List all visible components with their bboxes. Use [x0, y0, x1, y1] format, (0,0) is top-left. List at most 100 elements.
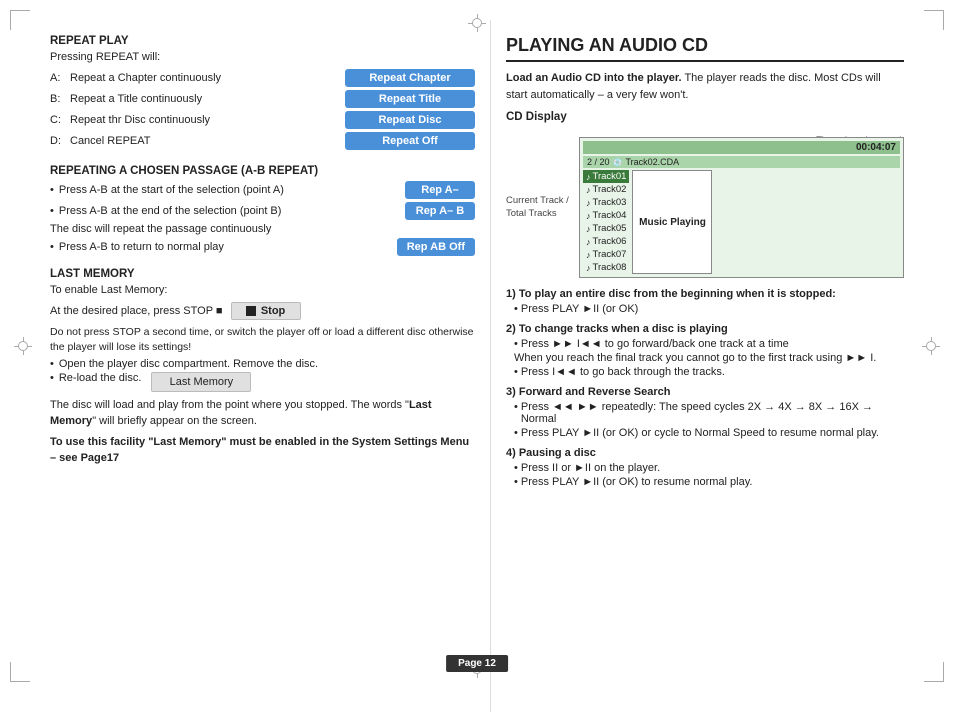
bullet-3: •: [50, 241, 54, 253]
ab-row-1: • Press A-B at the start of the selectio…: [50, 181, 475, 199]
cd-left-label: Current Track /Total Tracks: [506, 137, 571, 278]
track-label-06: Track06: [593, 236, 627, 247]
section-4-title: 4) Pausing a disc: [506, 447, 904, 459]
repeat-desc-a: Repeat a Chapter continuously: [70, 72, 345, 84]
repeat-item-d: D: Cancel REPEAT Repeat Off: [50, 132, 475, 150]
section-1-item-1: • Press PLAY ►II (or OK): [514, 303, 904, 315]
bullet-1: •: [50, 184, 54, 196]
ab-text-3: Press A-B to return to normal play: [59, 241, 397, 253]
repeat-item-c: C: Repeat thr Disc continuously Repeat D…: [50, 111, 475, 129]
cd-track-04: ♪ Track04: [583, 209, 629, 222]
section-1-num: 1): [506, 288, 519, 300]
repeat-badge-chapter: Repeat Chapter: [345, 69, 475, 87]
track-note-06: ♪: [586, 237, 591, 247]
track-note-02: ♪: [586, 185, 591, 195]
ab-badge-repa: Rep A–: [405, 181, 475, 199]
cd-track-01: ♪ Track01: [583, 170, 629, 183]
bullet-2: •: [50, 205, 54, 217]
repeat-desc-b: Repeat a Title continuously: [70, 93, 345, 105]
section-3-item-2: • Press PLAY ►II (or OK) or cycle to Nor…: [514, 427, 904, 439]
section-3-num: 3): [506, 386, 519, 398]
section-3-title: 3) Forward and Reverse Search: [506, 386, 904, 398]
lm-note1: Do not press STOP a second time, or swit…: [50, 325, 475, 354]
cd-disc-icon: 💿: [613, 158, 623, 167]
s4-bullet-2: •: [514, 476, 518, 488]
section-4-item-2: • Press PLAY ►II (or OK) to resume norma…: [514, 476, 904, 488]
repeat-item-a: A: Repeat a Chapter continuously Repeat …: [50, 69, 475, 87]
cd-header-bar: 00:04:07: [583, 141, 900, 154]
section-2-title: 2) To change tracks when a disc is playi…: [506, 323, 904, 335]
repeat-desc-d: Cancel REPEAT: [70, 135, 345, 147]
s3-text-2: Press PLAY ►II (or OK) or cycle to Norma…: [521, 427, 879, 439]
s2-bullet: •: [514, 338, 518, 350]
right-title: PLAYING AN AUDIO CD: [506, 35, 904, 62]
track-label-03: Track03: [593, 197, 627, 208]
ab-badge-repaboff: Rep AB Off: [397, 238, 475, 256]
section-2-title-text: To change tracks when a disc is playing: [519, 323, 728, 335]
cd-track-07: ♪ Track07: [583, 248, 629, 261]
intro-bold: Load an Audio CD into the player.: [506, 72, 682, 84]
s1-text-1: Press PLAY ►II (or OK): [521, 303, 638, 315]
cd-music-playing: Music Playing: [632, 170, 712, 274]
repeat-item-b: B: Repeat a Title continuously Repeat Ti…: [50, 90, 475, 108]
cd-track-08: ♪ Track08: [583, 261, 629, 274]
lm-stop-instruction: At the desired place, press STOP ■: [50, 305, 223, 317]
ab-text-1: Press A-B at the start of the selection …: [59, 184, 405, 196]
section-2-num: 2): [506, 323, 519, 335]
s3-bullet-1: •: [514, 401, 518, 413]
cd-track-06: ♪ Track06: [583, 235, 629, 248]
section-1: 1) To play an entire disc from the begin…: [506, 288, 904, 315]
s4-text-1: Press II or ►II on the player.: [521, 462, 660, 474]
lm-final-part1: The disc will load and play from the poi…: [50, 399, 409, 411]
repeat-items: A: Repeat a Chapter continuously Repeat …: [50, 69, 475, 153]
ab-note: The disc will repeat the passage continu…: [50, 223, 475, 235]
repeat-key-b: B:: [50, 93, 70, 105]
lm-final-part2: " will briefly appear on the screen.: [92, 415, 257, 427]
track-label-05: Track05: [593, 223, 627, 234]
repeat-play-title: REPEAT PLAY: [50, 35, 475, 47]
repeat-key-a: A:: [50, 72, 70, 84]
repeat-badge-title: Repeat Title: [345, 90, 475, 108]
track-label-02: Track02: [593, 184, 627, 195]
s4-text-2: Press PLAY ►II (or OK) to resume normal …: [521, 476, 753, 488]
ab-repeat-section: • Press A-B at the start of the selectio…: [50, 181, 475, 256]
track-note-07: ♪: [586, 250, 591, 260]
cd-time: 00:04:07: [856, 142, 896, 153]
track-label-07: Track07: [593, 249, 627, 260]
track-note-01: ♪: [586, 172, 591, 182]
lm-bullet-2-text: Re-load the disc.: [59, 372, 142, 384]
lm-bullet-row-2: • Re-load the disc. Last Memory: [50, 372, 475, 392]
cd-track-05: ♪ Track05: [583, 222, 629, 235]
cd-tracks-area: ♪ Track01 ♪ Track02 ♪ Track03: [583, 170, 900, 274]
lm-final-text: The disc will load and play from the poi…: [50, 398, 475, 429]
left-column: REPEAT PLAY Pressing REPEAT will: A: Rep…: [20, 20, 490, 712]
current-track-label: Current Track /Total Tracks: [506, 195, 569, 220]
section-3-item-1: • Press ◄◄ ►► repeatedly: The speed cycl…: [514, 401, 904, 425]
last-memory-title: LAST MEMORY: [50, 268, 475, 280]
lm-stop-row: At the desired place, press STOP ■ Stop: [50, 302, 475, 320]
repeat-key-d: D:: [50, 135, 70, 147]
stop-badge: Stop: [231, 302, 301, 320]
s4-bullet-1: •: [514, 462, 518, 474]
cd-disc-label: Track02.CDA: [626, 157, 680, 167]
section-4: 4) Pausing a disc • Press II or ►II on t…: [506, 447, 904, 488]
ab-badge-repab: Rep A– B: [405, 202, 475, 220]
stop-icon: [246, 306, 256, 316]
cd-screen: 00:04:07 2 / 20 💿 Track02.CDA ♪ Track: [579, 137, 904, 278]
s3-text-1: Press ◄◄ ►► repeatedly: The speed cycles…: [521, 401, 904, 425]
repeat-key-c: C:: [50, 114, 70, 126]
section-1-title: 1) To play an entire disc from the begin…: [506, 288, 904, 300]
intro-text: Load an Audio CD into the player. The pl…: [506, 70, 904, 103]
s2-text-1: Press ►► I◄◄ to go forward/back one trac…: [521, 338, 789, 350]
section-4-title-text: Pausing a disc: [519, 447, 596, 459]
ab-repeat-title: REPEATING A CHOSEN PASSAGE (A-B Repeat): [50, 165, 475, 177]
section-3-title-text: Forward and Reverse Search: [519, 386, 671, 398]
track-note-03: ♪: [586, 198, 591, 208]
s1-bullet: •: [514, 303, 518, 315]
lm-bullet-row-1: • Open the player disc compartment. Remo…: [50, 358, 475, 370]
track-label-08: Track08: [593, 262, 627, 273]
last-memory-subtitle: To enable Last Memory:: [50, 284, 475, 296]
ab-row-2: • Press A-B at the end of the selection …: [50, 202, 475, 220]
page-number: Page 12: [446, 655, 508, 672]
cd-track-03: ♪ Track03: [583, 196, 629, 209]
